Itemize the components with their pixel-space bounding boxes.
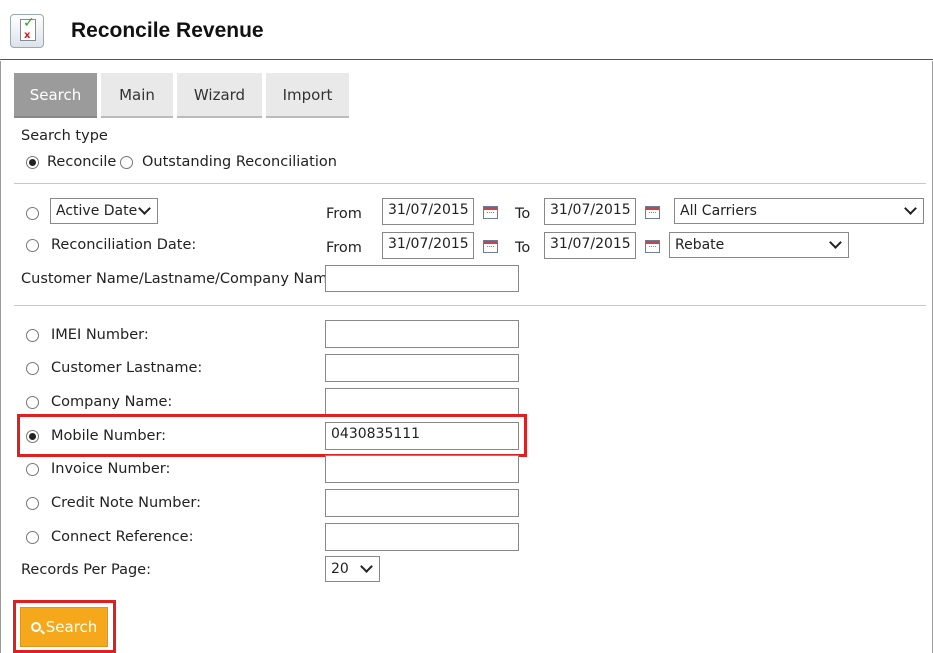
date-type-select[interactable]: Active Date [50, 198, 158, 224]
customer-name-label: Customer Name/Lastname/Company Name: [21, 271, 342, 287]
customer-lastname-input[interactable] [325, 354, 519, 382]
to-label: To [515, 206, 531, 222]
chevron-down-icon [829, 236, 842, 249]
radio-company-name[interactable] [26, 396, 39, 409]
reconciliation-to-date-input[interactable]: 31/07/2015 [544, 232, 636, 259]
radio-outstanding-reconciliation[interactable] [120, 156, 133, 169]
page-title: Reconcile Revenue [71, 19, 264, 42]
search-button-label: Search [45, 618, 98, 636]
invoice-number-label: Invoice Number: [51, 461, 171, 477]
tab-import[interactable]: Import [266, 73, 349, 118]
divider [14, 305, 926, 306]
search-type-label: Search type [21, 128, 108, 144]
reconciliation-date-label: Reconciliation Date: [51, 237, 197, 253]
tab-wizard[interactable]: Wizard [177, 73, 262, 118]
radio-date-filter[interactable] [26, 207, 39, 220]
from-label: From [326, 206, 362, 222]
chevron-down-icon [904, 202, 917, 215]
records-per-page-label: Records Per Page: [21, 562, 151, 578]
active-from-date-input[interactable]: 31/07/2015 [382, 198, 474, 225]
tab-search[interactable]: Search [14, 73, 97, 118]
credit-note-number-input[interactable] [325, 489, 519, 517]
radio-reconciliation-date[interactable] [26, 239, 39, 252]
invoice-number-input[interactable] [325, 455, 519, 483]
calendar-icon[interactable] [645, 206, 660, 219]
connect-reference-label: Connect Reference: [51, 529, 194, 545]
mobile-number-label: Mobile Number: [51, 428, 167, 444]
radio-credit-note-number[interactable] [26, 497, 39, 510]
calendar-icon[interactable] [645, 240, 660, 253]
radio-reconcile[interactable] [26, 156, 39, 169]
radio-connect-reference[interactable] [26, 531, 39, 544]
radio-reconcile-label: Reconcile [47, 154, 117, 170]
from-label: From [326, 240, 362, 256]
calendar-icon[interactable] [483, 206, 498, 219]
chevron-down-icon [138, 202, 151, 215]
search-icon [30, 622, 41, 632]
calendar-icon[interactable] [483, 240, 498, 253]
radio-imei-number[interactable] [26, 329, 39, 342]
imei-number-label: IMEI Number: [51, 327, 149, 343]
search-button[interactable]: Search [20, 607, 108, 647]
tab-main[interactable]: Main [101, 73, 173, 118]
carrier-select[interactable]: All Carriers [674, 198, 924, 224]
credit-note-number-label: Credit Note Number: [51, 495, 202, 511]
radio-mobile-number[interactable] [26, 430, 39, 443]
customer-name-input[interactable] [325, 265, 519, 292]
mobile-number-input[interactable]: 0430835111 [325, 422, 519, 450]
imei-number-input[interactable] [325, 320, 519, 348]
divider [14, 183, 926, 184]
records-per-page-select[interactable]: 20 [325, 556, 380, 582]
active-to-date-input[interactable]: 31/07/2015 [544, 198, 636, 225]
reconcile-app-icon: ✓ x [10, 14, 44, 48]
radio-invoice-number[interactable] [26, 463, 39, 476]
reconciliation-type-select[interactable]: Rebate [669, 232, 849, 258]
radio-customer-lastname[interactable] [26, 362, 39, 375]
reconciliation-from-date-input[interactable]: 31/07/2015 [382, 232, 474, 259]
chevron-down-icon [360, 560, 373, 573]
to-label: To [515, 240, 531, 256]
company-name-input[interactable] [325, 388, 519, 416]
company-name-label: Company Name: [51, 394, 173, 410]
radio-outstanding-label: Outstanding Reconciliation [142, 154, 337, 170]
customer-lastname-label: Customer Lastname: [51, 360, 203, 376]
connect-reference-input[interactable] [325, 523, 519, 551]
